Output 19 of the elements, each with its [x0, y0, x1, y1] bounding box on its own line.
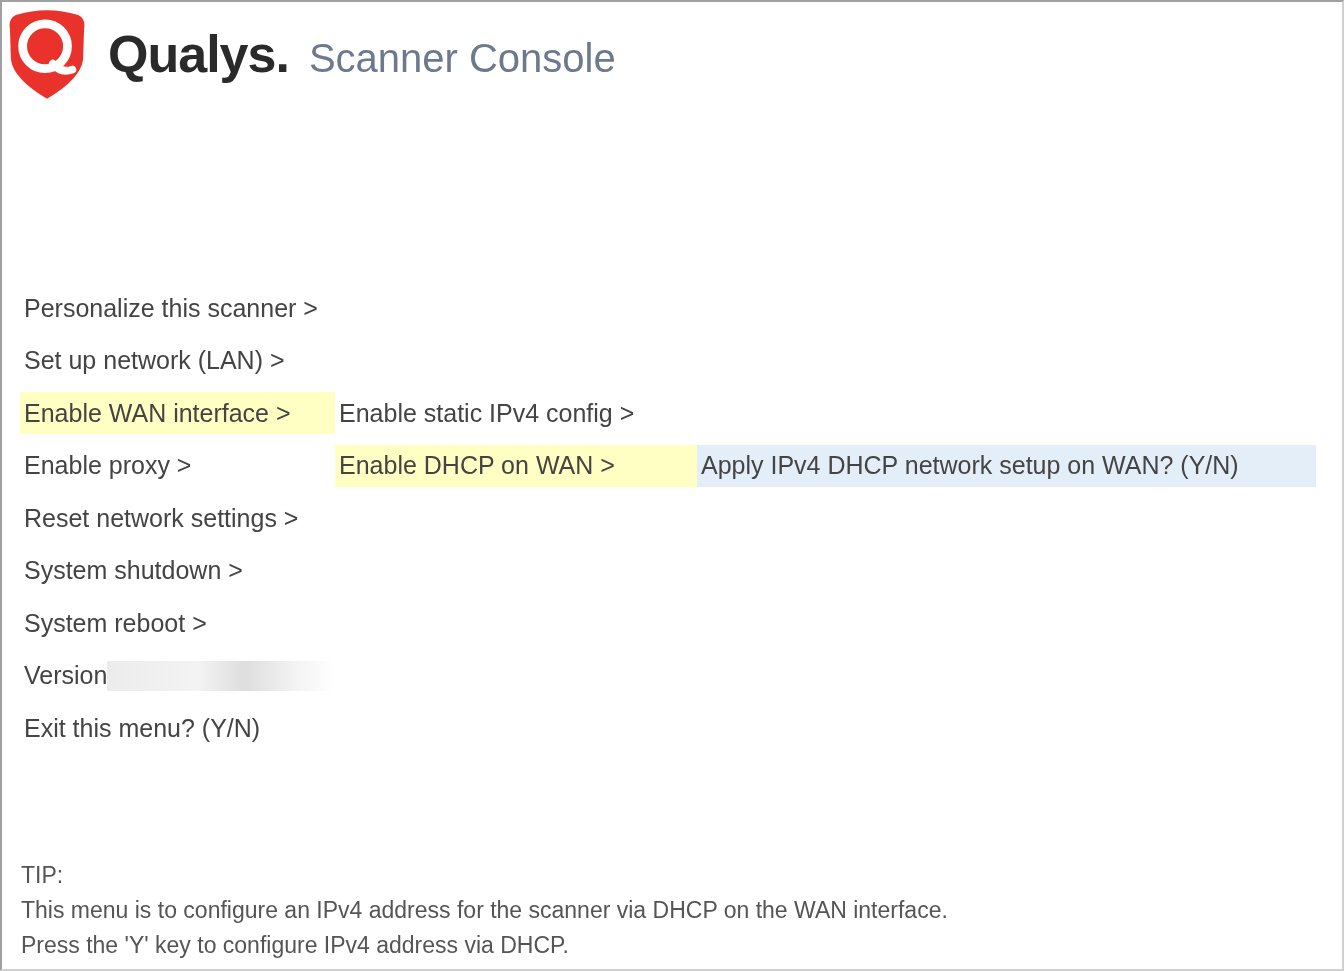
menu-row[interactable]: Version — [20, 654, 335, 697]
menu-item[interactable]: Exit this menu? (Y/N) — [20, 707, 335, 749]
tip-heading: TIP: — [21, 861, 65, 890]
tip-text: This menu is to configure an IPv4 address for the scanner via DHCP on the WAN interface. — [21, 896, 949, 925]
menu-item[interactable]: Reset network settings > — [20, 497, 335, 539]
menu-item[interactable]: Apply IPv4 DHCP network setup on WAN? (Y/N) — [697, 444, 1316, 487]
menu-item[interactable]: Enable static IPv4 config > — [335, 392, 697, 434]
menu-item[interactable]: Enable proxy > — [20, 444, 335, 487]
menu-item[interactable]: Enable WAN interface > — [20, 392, 335, 434]
menu-item[interactable]: System shutdown > — [20, 549, 335, 592]
brand-name: Qualys. — [108, 24, 289, 84]
menu-item[interactable]: Personalize this scanner > — [20, 287, 335, 329]
menu-item[interactable]: Set up network (LAN) > — [20, 339, 335, 382]
menu-item[interactable]: Enable DHCP on WAN > — [335, 444, 697, 487]
menu-label: Version — [24, 661, 108, 690]
console-title: Scanner Console — [308, 35, 616, 81]
menu-item[interactable]: System reboot > — [20, 602, 335, 644]
tip-text: Press the 'Y' key to configure IPv4 address via DHCP. — [21, 931, 570, 960]
shield-logo-icon — [8, 9, 86, 99]
